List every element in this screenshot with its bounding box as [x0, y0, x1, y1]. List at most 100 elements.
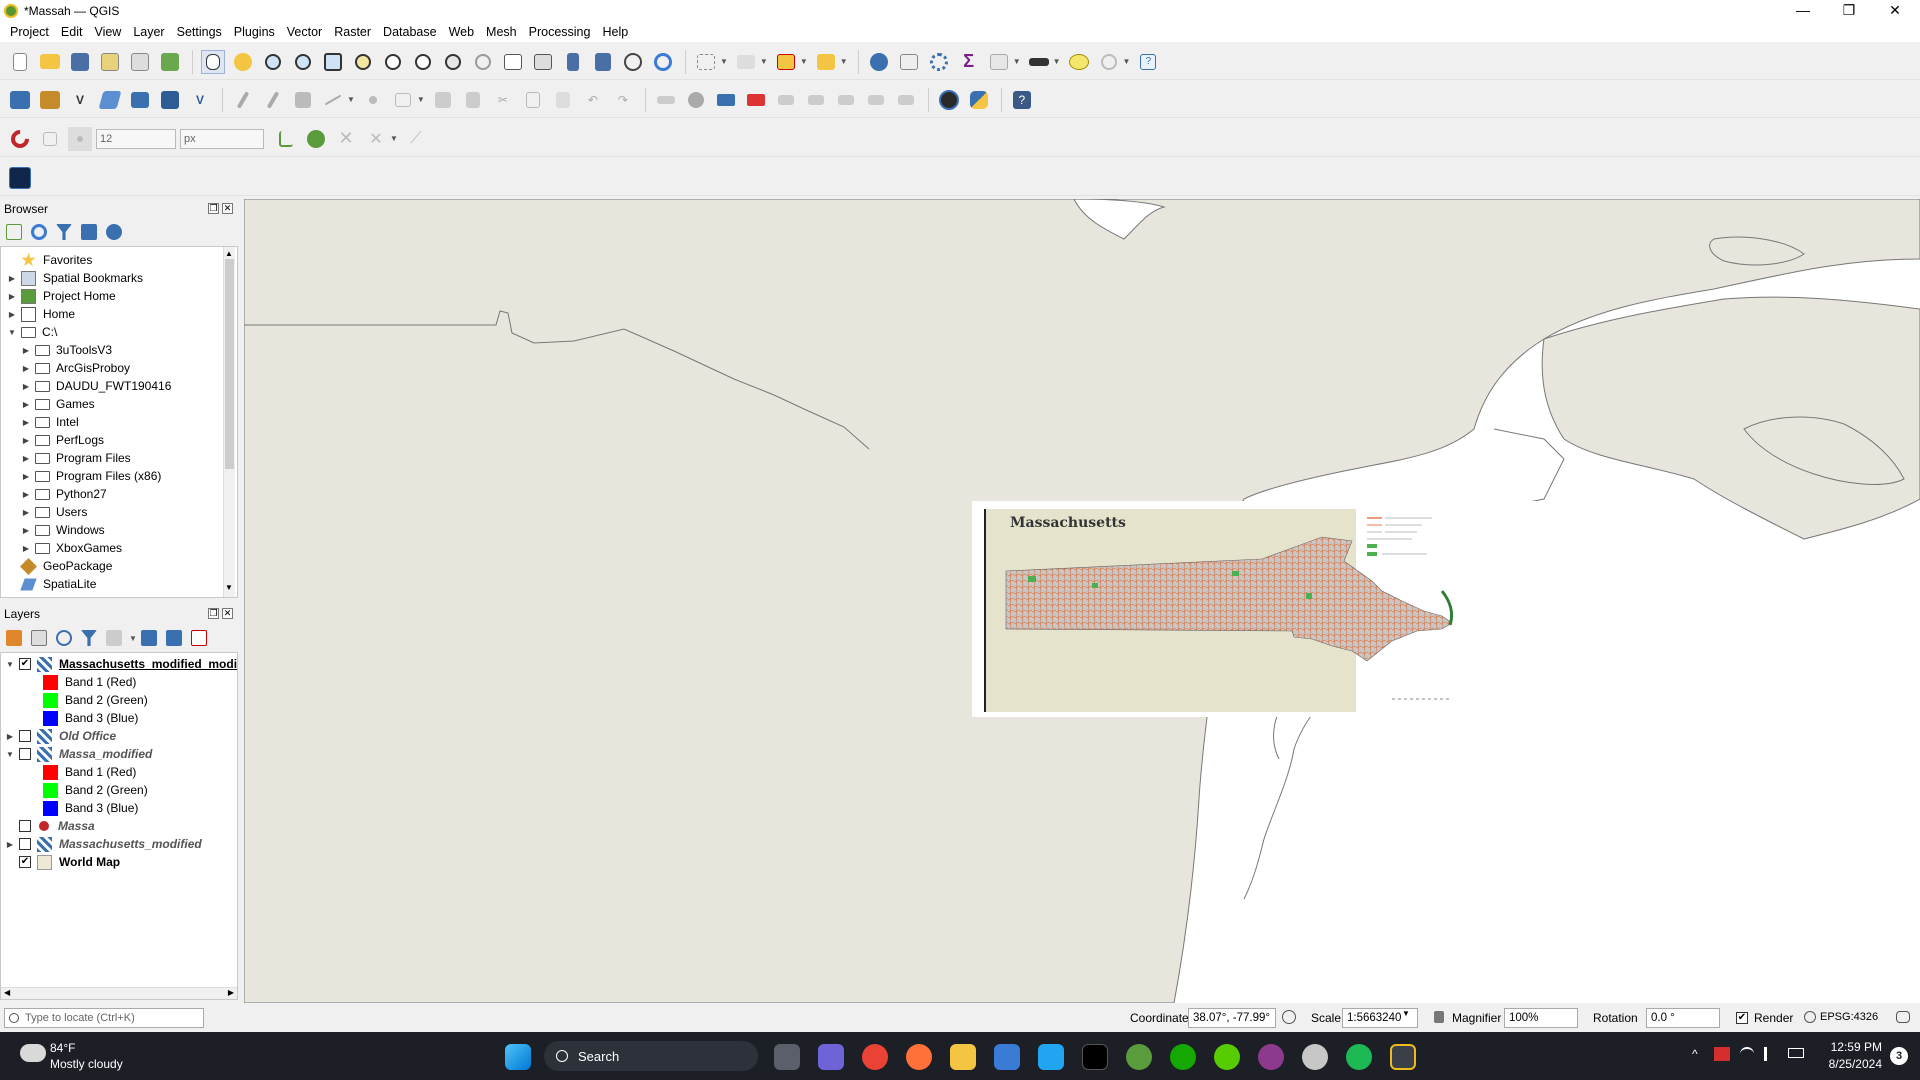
digitize-with-segment-icon[interactable] [321, 88, 345, 112]
app-icon[interactable] [1258, 1044, 1284, 1070]
filter-icon[interactable] [56, 224, 72, 240]
add-raster-layer-icon[interactable] [158, 88, 182, 112]
chevron-right-icon[interactable]: ▶ [21, 400, 31, 409]
menu-vector[interactable]: Vector [281, 25, 328, 39]
duolingo-icon[interactable] [1214, 1044, 1240, 1070]
layer-diagram-options-icon[interactable] [684, 88, 708, 112]
filter-by-expression-icon[interactable] [106, 630, 122, 646]
tree-item-home[interactable]: ▶ Home [7, 305, 75, 323]
refresh-icon[interactable] [31, 224, 47, 240]
layer-labeling-options-icon[interactable] [654, 88, 678, 112]
weather-description[interactable]: Mostly cloudy [50, 1057, 123, 1071]
scrollbar-thumb[interactable] [225, 259, 234, 469]
x-app-icon[interactable] [1082, 1044, 1108, 1070]
new-print-layout-icon[interactable] [98, 50, 122, 74]
expand-all-icon[interactable] [140, 630, 157, 646]
upwork-icon[interactable] [1170, 1044, 1196, 1070]
zoom-to-selection-icon[interactable] [351, 50, 375, 74]
move-label-icon[interactable] [834, 88, 858, 112]
chevron-right-icon[interactable]: ▶ [7, 310, 17, 319]
select-location-icon[interactable] [814, 50, 838, 74]
pan-map-icon[interactable] [201, 49, 225, 74]
open-layer-styling-icon[interactable] [6, 630, 22, 646]
weather-temperature[interactable]: 84°F [50, 1041, 75, 1055]
show-bookmarks-icon[interactable] [591, 50, 615, 74]
battery-icon[interactable] [1788, 1048, 1804, 1058]
refresh-icon[interactable] [651, 50, 675, 74]
chevron-down-icon[interactable]: ▼ [1053, 57, 1061, 66]
menu-processing[interactable]: Processing [523, 25, 597, 39]
add-selected-layers-icon[interactable] [6, 224, 22, 240]
vertex-tool-icon[interactable] [391, 88, 415, 112]
menu-mesh[interactable]: Mesh [480, 25, 523, 39]
map-canvas[interactable]: Massachusetts [244, 199, 1920, 1003]
add-point-feature-icon[interactable] [361, 88, 385, 112]
layer-visibility-checkbox[interactable] [19, 838, 31, 850]
filter-legend-icon[interactable] [81, 630, 97, 646]
deselect-features-icon[interactable] [774, 50, 798, 74]
taskbar-search-box[interactable]: Search [544, 1041, 758, 1071]
scroll-up-icon[interactable]: ▲ [225, 249, 233, 258]
browser-scrollbar[interactable]: ▲ ▼ [223, 247, 235, 597]
new-map-view-icon[interactable] [501, 50, 525, 74]
clock-date[interactable]: 8/25/2024 [1818, 1057, 1882, 1071]
qgis-search-icon[interactable] [1126, 1044, 1152, 1070]
enable-tracing-icon[interactable]: ✕ [334, 127, 358, 151]
chevron-right-icon[interactable]: ▶ [21, 436, 31, 445]
menu-view[interactable]: View [88, 25, 127, 39]
collapse-all-icon[interactable] [81, 224, 97, 240]
save-edits-icon[interactable] [291, 88, 315, 112]
delete-selected-icon[interactable] [461, 88, 485, 112]
undo-icon[interactable]: ↶ [581, 88, 605, 112]
python-console-icon[interactable] [967, 88, 991, 112]
firefox-icon[interactable] [906, 1044, 932, 1070]
chevron-right-icon[interactable]: ▶ [21, 526, 31, 535]
vpn-app-icon[interactable] [1302, 1044, 1328, 1070]
weather-cloud-icon[interactable] [20, 1044, 46, 1062]
tray-app-icon[interactable] [1714, 1047, 1730, 1061]
teams-icon[interactable] [818, 1044, 844, 1070]
float-panel-icon[interactable]: ❐ [208, 203, 219, 214]
menu-help[interactable]: Help [596, 25, 634, 39]
chevron-up-icon[interactable]: ^ [1692, 1047, 1698, 1061]
select-features-icon[interactable] [694, 50, 718, 74]
layer-item-massa-modified[interactable]: ▼ Massa_modified [5, 745, 152, 763]
temporal-controller-icon[interactable] [621, 50, 645, 74]
chevron-down-icon[interactable]: ▼ [760, 57, 768, 66]
chevron-down-icon[interactable]: ▼ [417, 95, 425, 104]
chevron-down-icon[interactable]: ▼ [1123, 57, 1131, 66]
rotation-field[interactable]: 0.0 ° [1646, 1008, 1720, 1028]
layer-visibility-checkbox[interactable]: ✔ [19, 856, 31, 868]
snapping-unit-select[interactable]: px [180, 128, 264, 149]
measure-line-icon[interactable] [1027, 50, 1051, 74]
collapse-all-icon[interactable] [165, 630, 182, 646]
add-group-icon[interactable] [31, 630, 47, 646]
redo-icon[interactable]: ↷ [611, 88, 635, 112]
new-3d-map-view-icon[interactable] [531, 50, 555, 74]
spotify-icon[interactable] [1346, 1044, 1372, 1070]
chevron-right-icon[interactable]: ▶ [21, 490, 31, 499]
tree-item-favorites[interactable]: Favorites [7, 251, 92, 269]
advanced-digitizing-icon[interactable]: ⟋ [404, 127, 428, 151]
render-checkbox[interactable]: ✔ [1736, 1012, 1748, 1024]
new-spatialite-layer-icon[interactable] [98, 88, 122, 112]
save-project-icon[interactable] [68, 50, 92, 74]
remove-layer-icon[interactable] [190, 630, 207, 646]
chevron-right-icon[interactable]: ▶ [21, 544, 31, 553]
toggle-editing-icon[interactable] [261, 88, 285, 112]
menu-project[interactable]: Project [4, 25, 55, 39]
new-shapefile-layer-icon[interactable]: V [68, 88, 92, 112]
scroll-down-icon[interactable]: ▼ [225, 583, 233, 592]
zoom-next-icon[interactable] [471, 50, 495, 74]
powershell-plugin-icon[interactable] [8, 166, 32, 190]
tree-item-folder[interactable]: ▶ DAUDU_FWT190416 [21, 377, 171, 395]
lock-scale-icon[interactable] [1434, 1011, 1444, 1023]
new-temporary-layer-icon[interactable] [128, 88, 152, 112]
snapping-on-intersection-icon[interactable] [304, 127, 328, 151]
new-geopackage-layer-icon[interactable] [38, 88, 62, 112]
layer-item-massachusetts-modified[interactable]: ▶ Massachusetts_modified [5, 835, 202, 853]
microsoft-store-icon[interactable] [994, 1044, 1020, 1070]
clock-time[interactable]: 12:59 PM [1826, 1040, 1882, 1054]
label-tool-icon[interactable] [714, 88, 738, 112]
locate-icon[interactable] [1097, 50, 1121, 74]
